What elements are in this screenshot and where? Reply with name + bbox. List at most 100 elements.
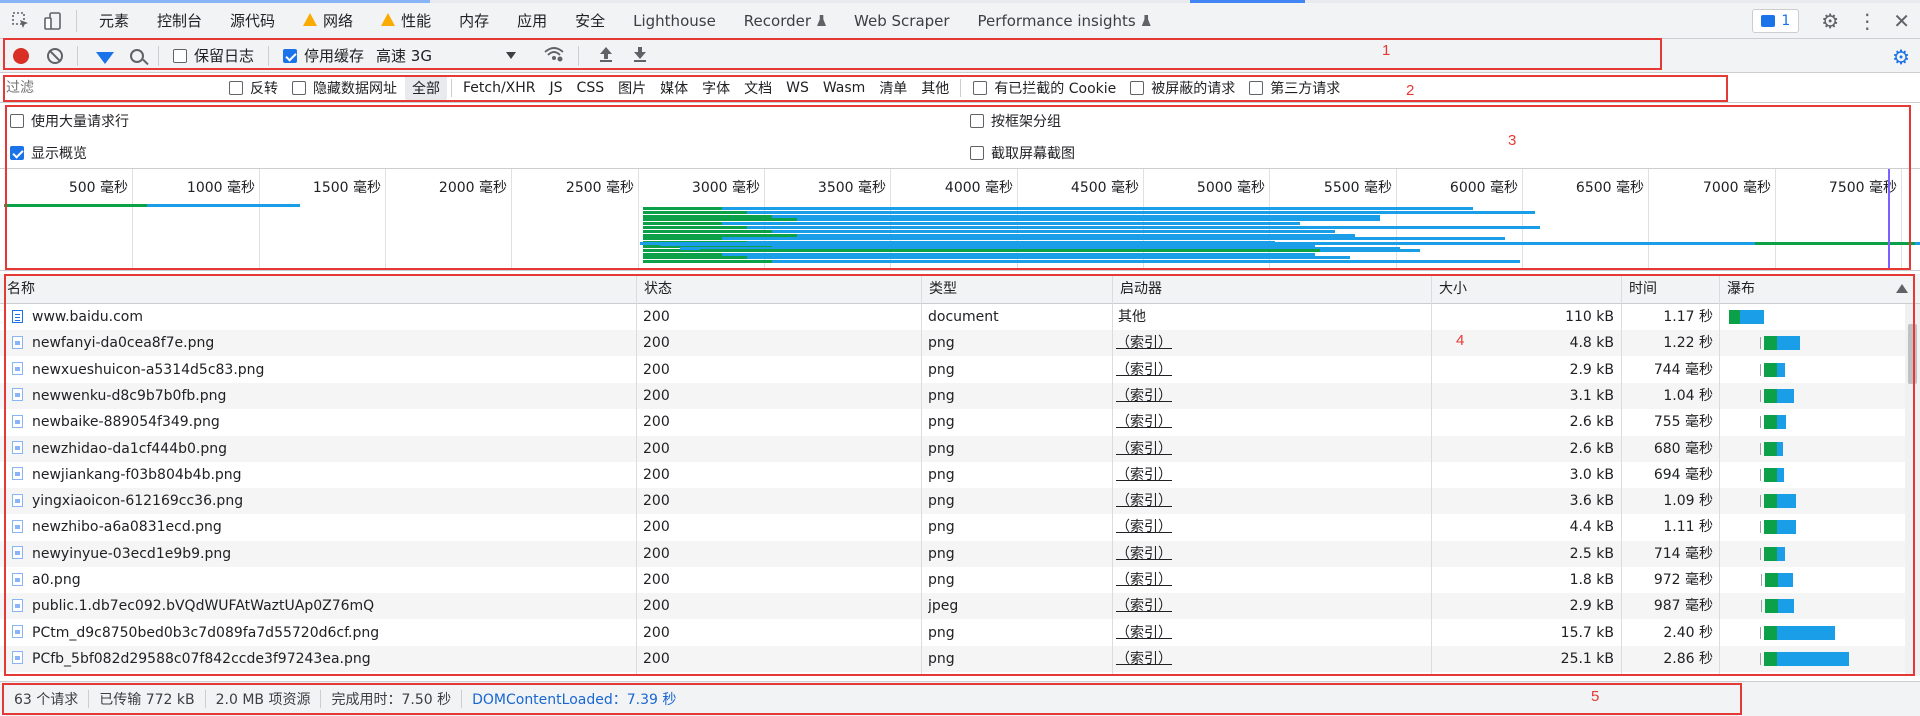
group-by-frame-checkbox[interactable]: 按框架分组	[970, 111, 1061, 131]
tab-2[interactable]: 源代码	[216, 3, 289, 39]
gear-icon[interactable]: ⚙	[1821, 9, 1839, 33]
request-initiator[interactable]: （索引）	[1116, 436, 1416, 462]
filter-type-9[interactable]: Wasm	[816, 78, 872, 98]
invert-checkbox[interactable]: 反转	[229, 78, 278, 98]
request-name-cell[interactable]: newjiankang-f03b804b4b.png	[0, 462, 634, 488]
request-name-cell[interactable]: public.1.db7ec092.bVQdWUFAtWaztUAp0Z76mQ	[0, 593, 634, 619]
tab-6[interactable]: 应用	[503, 3, 561, 39]
table-row[interactable]: newzhidao-da1cf444b0.png 200 png （索引） 2.6 kB…	[0, 435, 1905, 462]
filter-type-10[interactable]: 清单	[872, 76, 914, 100]
checkbox-box[interactable]	[292, 80, 306, 95]
request-name-cell[interactable]: a0.png	[0, 567, 634, 593]
tab-1[interactable]: 控制台	[143, 3, 216, 39]
tab-4[interactable]: 性能	[367, 3, 445, 39]
checkbox-box[interactable]	[173, 48, 187, 63]
request-initiator[interactable]: （索引）	[1116, 567, 1416, 593]
request-initiator[interactable]: （索引）	[1116, 330, 1416, 356]
checkbox-box[interactable]	[973, 80, 988, 95]
close-icon[interactable]: ✕	[1893, 9, 1910, 33]
filter-type-0[interactable]: 全部	[405, 75, 447, 100]
request-initiator[interactable]: （索引）	[1116, 620, 1416, 646]
request-initiator[interactable]: （索引）	[1116, 514, 1416, 540]
tab-8[interactable]: Lighthouse	[619, 3, 730, 39]
column-header-time[interactable]: 时间	[1622, 274, 1657, 304]
table-row[interactable]: newyinyue-03ecd1e9b9.png 200 png （索引） 2.5 kB…	[0, 540, 1905, 567]
network-settings-gear-icon[interactable]: ⚙	[1892, 45, 1910, 69]
request-initiator[interactable]: （索引）	[1116, 646, 1416, 672]
column-header-status[interactable]: 状态	[637, 274, 672, 304]
column-header-type[interactable]: 类型	[922, 274, 957, 304]
filter-type-8[interactable]: WS	[779, 78, 816, 98]
request-name-cell[interactable]: yingxiaoicon-612169cc36.png	[0, 488, 634, 514]
checkbox-box[interactable]	[10, 114, 24, 128]
checkbox-box[interactable]	[283, 48, 298, 63]
issues-button[interactable]: 1	[1752, 9, 1800, 33]
inspect-element-icon[interactable]	[6, 6, 36, 36]
checkbox-box[interactable]	[1130, 80, 1145, 95]
request-name-cell[interactable]: www.baidu.com	[0, 304, 634, 330]
column-header-size[interactable]: 大小	[1432, 274, 1467, 304]
blocked-requests-checkbox[interactable]: 被屏蔽的请求	[1130, 78, 1235, 98]
network-overview-timeline[interactable]: 500 毫秒 1000 毫秒 1500 毫秒 2000 毫秒 2500 毫秒 3000 毫…	[0, 169, 1920, 271]
table-row[interactable]: newwenku-d8c9b7b0fb.png 200 png （索引） 3.1 kB 1…	[0, 382, 1905, 409]
sort-ascending-icon[interactable]	[1896, 284, 1908, 293]
request-name-cell[interactable]: newbaike-889054f349.png	[0, 409, 634, 435]
column-header-initiator[interactable]: 启动器	[1113, 274, 1162, 304]
table-row[interactable]: www.baidu.com 200 document 其他 110 kB 1.17 秒	[0, 304, 1905, 330]
tab-7[interactable]: 安全	[561, 3, 619, 39]
checkbox-box[interactable]	[229, 80, 243, 95]
tab-11[interactable]: Performance insights	[964, 3, 1165, 39]
tab-5[interactable]: 内存	[445, 3, 503, 39]
table-row[interactable]: newbaike-889054f349.png 200 png （索引） 2.6 kB 7…	[0, 409, 1905, 435]
throttling-select[interactable]: 高速 3G	[376, 45, 517, 66]
clear-button[interactable]	[47, 47, 63, 64]
tab-0[interactable]: 元素	[85, 3, 143, 39]
show-overview-checkbox[interactable]: 显示概览	[10, 143, 87, 163]
column-header-name[interactable]: 名称	[0, 274, 35, 304]
filter-type-4[interactable]: 图片	[611, 76, 653, 100]
request-name-cell[interactable]: newyinyue-03ecd1e9b9.png	[0, 541, 634, 567]
tab-3[interactable]: 网络	[289, 3, 367, 39]
filter-type-1[interactable]: Fetch/XHR	[456, 78, 543, 98]
tab-9[interactable]: Recorder	[730, 3, 840, 39]
third-party-checkbox[interactable]: 第三方请求	[1249, 78, 1340, 98]
record-button[interactable]	[13, 47, 29, 64]
request-name-cell[interactable]: newfanyi-da0cea8f7e.png	[0, 330, 634, 356]
table-row[interactable]: PCtm_d9c8750bed0b3c7d089fa7d55720d6cf.pn…	[0, 620, 1905, 646]
request-name-cell[interactable]: newwenku-d8c9b7b0fb.png	[0, 383, 634, 409]
column-header-waterfall[interactable]: 瀑布	[1720, 274, 1755, 304]
request-name-cell[interactable]: newzhidao-da1cf444b0.png	[0, 436, 634, 462]
filter-icon[interactable]	[96, 51, 114, 64]
request-initiator[interactable]: （索引）	[1116, 357, 1416, 383]
filter-type-2[interactable]: JS	[543, 78, 570, 98]
checkbox-box[interactable]	[970, 146, 984, 160]
blocked-cookies-checkbox[interactable]: 有已拦截的 Cookie	[973, 78, 1116, 98]
capture-screenshots-checkbox[interactable]: 截取屏幕截图	[970, 143, 1075, 163]
filter-type-7[interactable]: 文档	[737, 76, 779, 100]
vertical-scrollbar[interactable]	[1905, 304, 1920, 676]
table-row[interactable]: PCfb_5bf082d29588c07f842ccde3f97243ea.pn…	[0, 645, 1905, 672]
request-initiator[interactable]: （索引）	[1116, 593, 1416, 619]
filter-type-3[interactable]: CSS	[570, 78, 612, 98]
device-toolbar-icon[interactable]	[38, 6, 68, 36]
scrollbar-thumb[interactable]	[1908, 324, 1917, 384]
request-name-cell[interactable]: newzhibo-a6a0831ecd.png	[0, 514, 634, 540]
table-row[interactable]: public.1.db7ec092.bVQdWUFAtWaztUAp0Z76mQ…	[0, 593, 1905, 620]
request-name-cell[interactable]: newxueshuicon-a5314d5c83.png	[0, 357, 634, 383]
filter-type-5[interactable]: 媒体	[653, 76, 695, 100]
export-har-icon[interactable]	[633, 46, 647, 66]
table-row[interactable]: a0.png 200 png （索引） 1.8 kB 972 毫秒	[0, 567, 1905, 593]
kebab-menu-icon[interactable]: ⋮	[1857, 9, 1877, 33]
table-row[interactable]: newxueshuicon-a5314d5c83.png 200 png （索引） 2.…	[0, 357, 1905, 383]
request-initiator[interactable]: （索引）	[1116, 462, 1416, 488]
table-row[interactable]: newzhibo-a6a0831ecd.png 200 png （索引） 4.4 kB 1…	[0, 514, 1905, 540]
preserve-log-checkbox[interactable]: 保留日志	[173, 45, 254, 66]
table-row[interactable]: newfanyi-da0cea8f7e.png 200 png （索引） 4.8 kB 1…	[0, 330, 1905, 357]
table-row[interactable]: yingxiaoicon-612169cc36.png 200 png （索引） 3.6…	[0, 488, 1905, 515]
checkbox-box[interactable]	[10, 146, 24, 160]
big-request-rows-checkbox[interactable]: 使用大量请求行	[10, 111, 129, 131]
search-icon[interactable]	[130, 48, 144, 63]
network-conditions-icon[interactable]	[544, 46, 564, 66]
request-name-cell[interactable]: PCfb_5bf082d29588c07f842ccde3f97243ea.pn…	[0, 646, 634, 672]
hide-data-urls-checkbox[interactable]: 隐藏数据网址	[292, 78, 397, 98]
